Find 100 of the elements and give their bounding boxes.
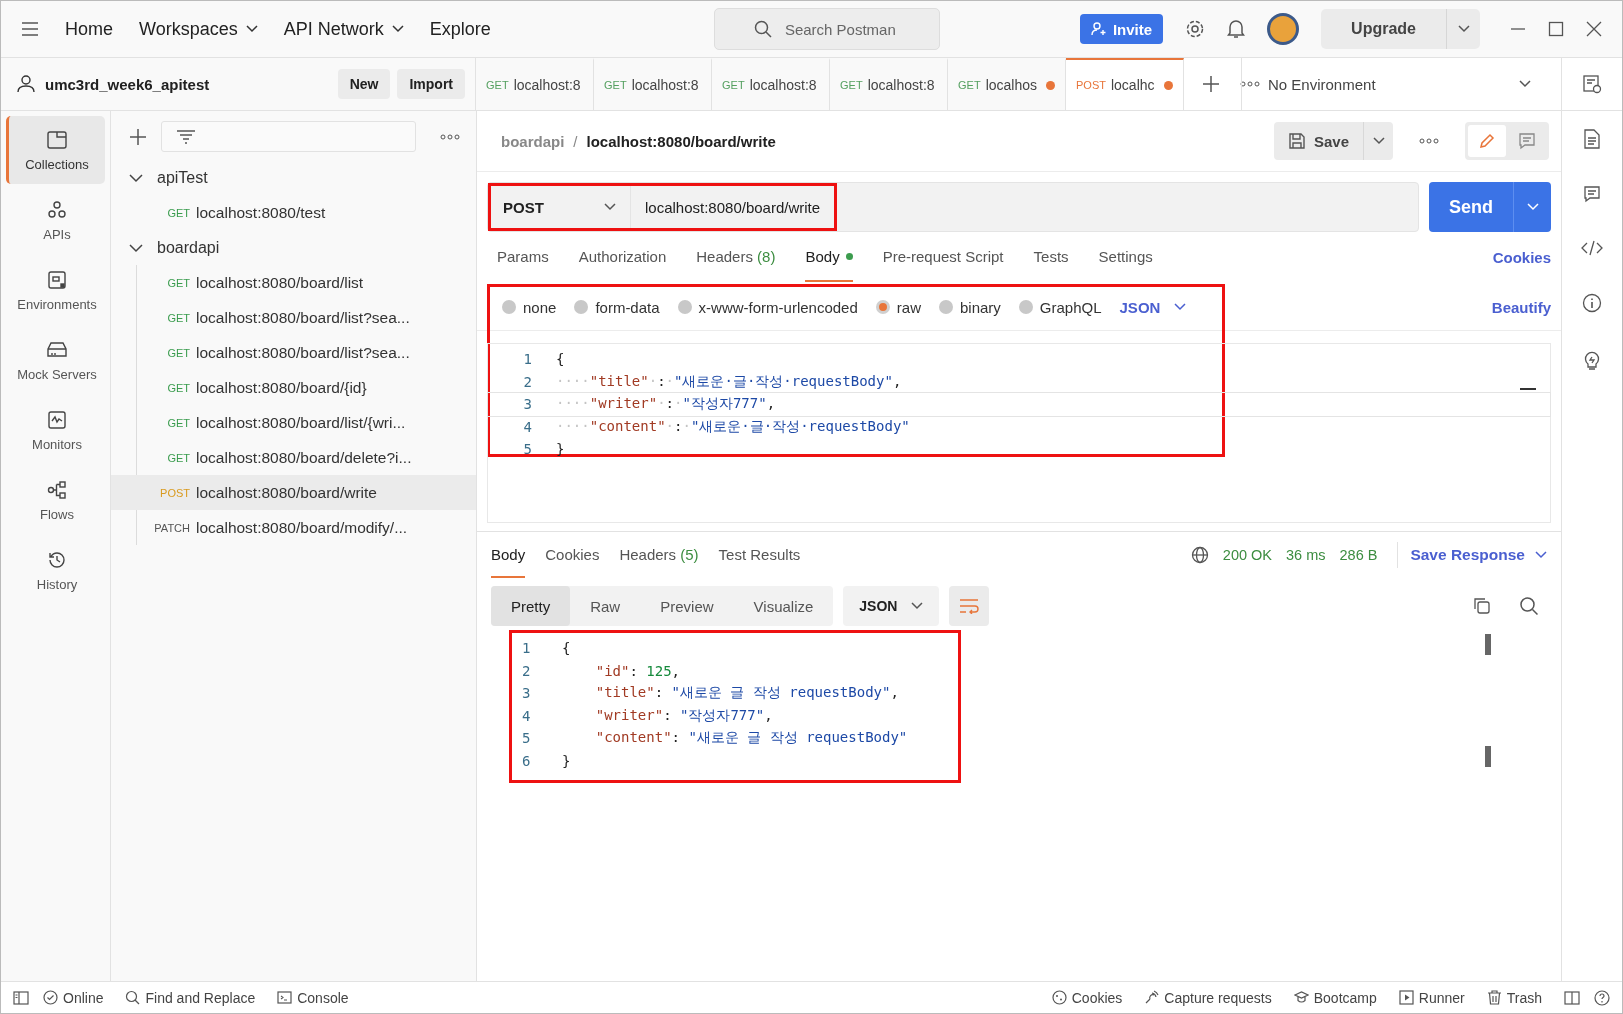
method-dropdown[interactable]: POST — [491, 186, 631, 228]
request-section-tab[interactable]: Body — [805, 232, 853, 282]
mode-button[interactable] — [1468, 125, 1506, 157]
status-bar-item[interactable]: Trash — [1486, 989, 1542, 1006]
request-tab[interactable]: GET localhost:8 — [476, 58, 594, 110]
body-type-radio[interactable]: form-data — [574, 298, 660, 316]
view-tab[interactable]: Raw — [570, 586, 641, 626]
nav-link[interactable]: Home — [65, 18, 113, 40]
cookies-link[interactable]: Cookies — [1492, 248, 1551, 266]
search-field[interactable]: Search Postman — [713, 8, 940, 50]
globe-icon[interactable] — [1190, 546, 1209, 564]
settings-icon[interactable] — [1185, 19, 1206, 39]
nav-link[interactable]: Workspaces — [139, 18, 258, 40]
request-item[interactable]: GET localhost:8080/board/list/{wri... — [111, 405, 476, 440]
help-icon[interactable] — [1594, 989, 1610, 1006]
request-section-tab[interactable]: Pre-request Script — [882, 232, 1004, 282]
sidebar-nav-item[interactable]: Flows — [6, 466, 105, 534]
beautify-link[interactable]: Beautify — [1491, 298, 1551, 316]
language-dropdown[interactable]: JSON — [1119, 298, 1187, 316]
body-type-radio[interactable]: x-www-form-urlencoded — [677, 298, 858, 316]
sidebar-nav-item[interactable]: Collections — [6, 116, 105, 184]
view-tab[interactable]: Preview — [640, 586, 734, 626]
request-tab[interactable]: GET localhost:8 — [712, 58, 830, 110]
two-pane-icon[interactable] — [1564, 990, 1580, 1005]
collection-item[interactable]: apiTest — [111, 160, 216, 195]
environment-quick-look-icon[interactable] — [1582, 74, 1602, 94]
add-icon[interactable] — [129, 127, 147, 146]
response-size[interactable]: 286 B — [1339, 547, 1378, 563]
status-bar-item[interactable]: Capture requests — [1144, 989, 1272, 1006]
nav-link[interactable]: Explore — [429, 18, 491, 40]
body-type-radio[interactable]: raw — [875, 298, 921, 316]
sidebar-nav-item[interactable]: APIs — [6, 186, 105, 254]
request-tab[interactable]: GET localhost:8 — [830, 58, 948, 110]
sidebar-nav-item[interactable]: Monitors — [6, 396, 105, 464]
body-type-radio[interactable]: binary — [938, 298, 1001, 316]
request-tab[interactable]: POST localhc — [1066, 58, 1184, 110]
request-item[interactable]: GET localhost:8080/board/list?sea... — [111, 300, 476, 335]
code-editor[interactable]: 1 { 2 ····"title"·:·"새로운·글·작성·requestBody", 3 ····"writer"·:·"작성자777", 4 ····"content"·:·"새로운·글·작성·requestBody" 5 } — [487, 343, 1551, 523]
format-dropdown[interactable]: JSON — [843, 586, 940, 626]
request-tab[interactable]: GET localhost:8 — [594, 58, 712, 110]
workspace-button[interactable]: Import — [397, 69, 465, 99]
collection-item[interactable]: boardapi — [111, 230, 228, 265]
request-item[interactable]: GET localhost:8080/board/{id} — [111, 370, 476, 405]
maximize-icon[interactable] — [1548, 21, 1564, 37]
environment-dropdown[interactable]: No Environment — [1241, 58, 1561, 110]
status-bar-item[interactable]: Runner — [1398, 989, 1465, 1006]
sidebar-nav-item[interactable]: History — [6, 536, 105, 604]
menu-icon[interactable] — [21, 22, 39, 36]
status-bar-item[interactable]: Find and Replace — [125, 989, 256, 1006]
request-section-tab[interactable]: Params — [497, 232, 549, 282]
invite-button[interactable]: Invite — [1079, 14, 1164, 44]
status-bar-item[interactable]: Bootcamp — [1293, 989, 1377, 1006]
request-item[interactable]: GET localhost:8080/board/delete?i... — [111, 440, 476, 475]
response-tab[interactable]: Headers (5) — [619, 532, 699, 578]
response-time[interactable]: 36 ms — [1286, 547, 1326, 563]
body-type-radio[interactable]: GraphQL — [1018, 298, 1102, 316]
response-tab[interactable]: Body — [491, 532, 526, 578]
document-icon[interactable] — [1583, 129, 1601, 149]
info-icon[interactable] — [1582, 293, 1602, 313]
response-status[interactable]: 200 OK — [1222, 547, 1272, 563]
status-bar-item[interactable]: Online — [43, 989, 104, 1006]
close-icon[interactable] — [1586, 21, 1602, 37]
more-icon[interactable] — [1240, 81, 1260, 87]
request-item[interactable]: PATCH localhost:8080/board/modify/... — [111, 510, 476, 545]
more-icon[interactable] — [1419, 138, 1439, 144]
request-item[interactable]: GET localhost:8080/test — [111, 195, 476, 230]
response-tab[interactable]: Cookies — [545, 532, 600, 578]
avatar[interactable] — [1267, 13, 1300, 45]
request-item[interactable]: GET localhost:8080/board/list — [111, 265, 476, 300]
more-icon[interactable] — [440, 133, 460, 140]
search-icon[interactable] — [1519, 596, 1539, 616]
copy-icon[interactable] — [1473, 597, 1491, 615]
view-tab[interactable]: Visualize — [733, 586, 834, 626]
scrollbar[interactable] — [1520, 388, 1536, 390]
url-input[interactable]: localhost:8080/board/write — [631, 186, 835, 228]
breadcrumb-link[interactable]: boardapi — [501, 132, 565, 150]
body-type-radio[interactable]: none — [502, 298, 557, 316]
comment-icon[interactable] — [1583, 185, 1601, 203]
notification-bell-icon[interactable] — [1227, 19, 1246, 39]
request-section-tab[interactable]: Tests — [1033, 232, 1069, 282]
sidebar-nav-item[interactable]: Environments — [6, 256, 105, 324]
request-section-tab[interactable]: Settings — [1098, 232, 1153, 282]
nav-link[interactable]: API Network — [283, 18, 404, 40]
add-tab-icon[interactable] — [1202, 75, 1220, 93]
status-bar-item[interactable]: Cookies — [1051, 989, 1123, 1006]
filter-field[interactable] — [161, 121, 416, 152]
lightbulb-icon[interactable] — [1582, 349, 1602, 371]
workspace-button[interactable]: New — [337, 69, 391, 99]
sidebar-nav-item[interactable]: Mock Servers — [6, 326, 105, 394]
request-item[interactable]: POST localhost:8080/board/write — [111, 475, 476, 510]
sidebar-toggle-icon[interactable] — [13, 990, 29, 1005]
code-icon[interactable] — [1581, 239, 1603, 257]
response-tab[interactable]: Test Results — [718, 532, 801, 578]
request-tab[interactable]: GET localhos — [948, 58, 1066, 110]
filter-icon[interactable] — [176, 129, 196, 144]
request-section-tab[interactable]: Authorization — [578, 232, 667, 282]
request-section-tab[interactable]: Headers (8) — [696, 232, 776, 282]
view-tab[interactable]: Pretty — [491, 586, 571, 626]
request-item[interactable]: GET localhost:8080/board/list?sea... — [111, 335, 476, 370]
status-bar-item[interactable]: Console — [277, 989, 349, 1006]
